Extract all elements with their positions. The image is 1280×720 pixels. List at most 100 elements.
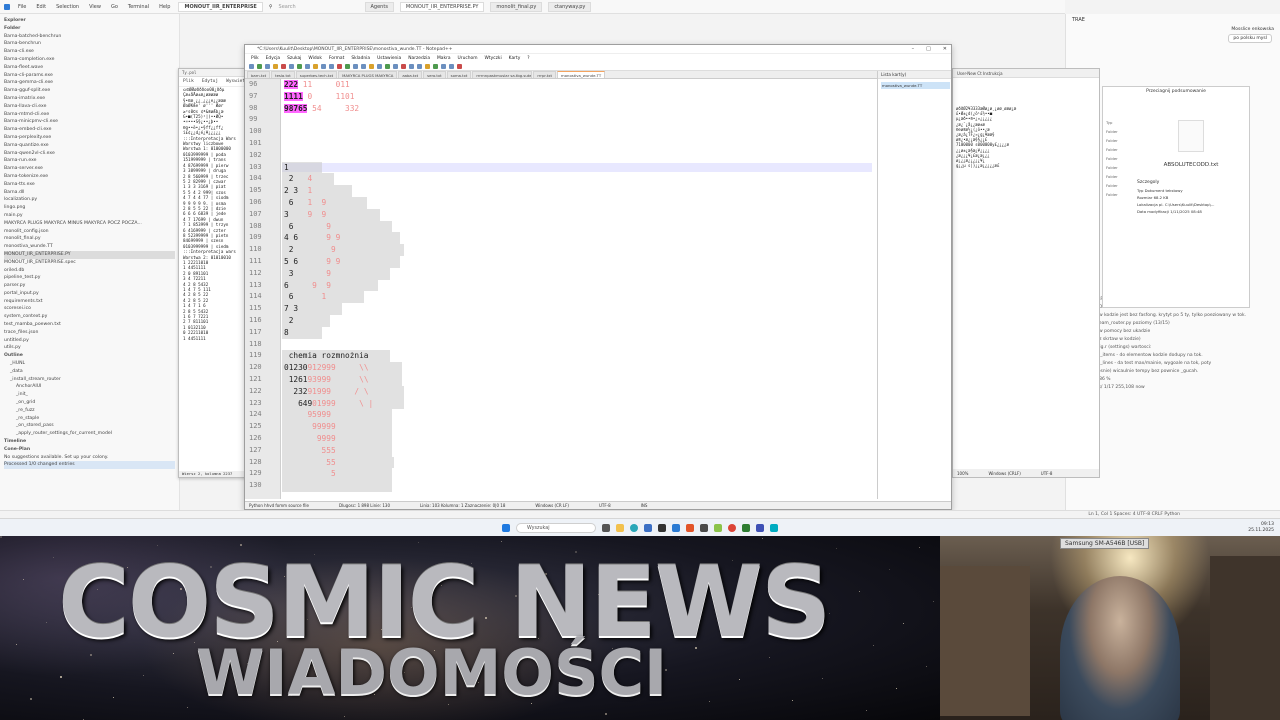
code-line[interactable]: 555 [284, 446, 336, 455]
explorer-file-item[interactable]: parser.py [4, 282, 175, 290]
explorer-file-item[interactable]: MONOUT_IIR_ENTERPRISE.PY [4, 250, 175, 259]
outline-item[interactable]: _apply_router_settings_for_current_model [4, 430, 175, 438]
code-line[interactable]: 23291999 / \ [284, 387, 368, 396]
code-line[interactable]: 1 [284, 163, 289, 172]
explorer-file-item[interactable]: Barna-run.exe [4, 157, 175, 165]
toolbar-icon[interactable] [361, 63, 366, 69]
search-icon[interactable]: ⚲ [269, 4, 273, 10]
code-line[interactable]: chemia rozmnożnia [284, 351, 369, 360]
npp-menu-item[interactable]: Karty [509, 56, 521, 61]
folder-icon[interactable] [616, 523, 624, 532]
explorer-file-item[interactable]: scoresei.ico [4, 305, 175, 313]
npp-menu-item[interactable]: Wtyczki [485, 56, 502, 61]
code-line[interactable]: 3 9 9 [284, 210, 326, 219]
notepadpp-window[interactable]: *C:\Users\Kuulit\Desktop\MONOUT_IIR_ENTE… [244, 44, 952, 510]
props-side-label[interactable]: Folder [1106, 181, 1133, 190]
toolbar-icon[interactable] [425, 63, 430, 69]
npp-menu-item[interactable]: Format [329, 56, 344, 61]
menu-go[interactable]: Go [109, 4, 120, 10]
npp-tab[interactable]: soma.txt [446, 71, 472, 78]
npp-tab[interactable]: rrrpr.txt [533, 71, 557, 78]
notepadpp-icon[interactable] [714, 523, 722, 532]
explorer-file-item[interactable]: Barna-cli-params.exe [4, 72, 175, 80]
toolbar-icon[interactable] [377, 63, 382, 69]
ide-tab-ctanyway[interactable]: ctanyway.py [548, 1, 592, 12]
toolbar-icon[interactable] [265, 63, 270, 69]
outline-item[interactable]: _data [4, 368, 175, 376]
props-side-label[interactable]: Folder [1106, 163, 1133, 172]
code-line[interactable]: 6 1 9 [284, 198, 327, 207]
code-line[interactable]: 2 4 [284, 174, 312, 183]
user-badge[interactable]: Mosslice enkowska [1231, 27, 1274, 32]
code-line[interactable]: 1111 0 1101 [284, 91, 354, 101]
explorer-file-item[interactable]: Barna-minicpmv-cli.exe [4, 118, 175, 126]
minimize-icon[interactable]: – [912, 45, 915, 54]
file-details-window[interactable]: Przeciagnij podsumowanie Typ Folder Folder… [1102, 86, 1250, 308]
explorer-file-item[interactable]: Barna-tokenize.exe [4, 173, 175, 181]
explorer-file-item[interactable]: Barna.dll [4, 189, 175, 197]
outline-item[interactable]: _install_stream_router [4, 376, 175, 384]
toolbar-icon[interactable] [249, 63, 254, 69]
npp-tab[interactable]: barn.txt [247, 71, 271, 78]
npp-tab[interactable]: MAKYRCA PLUGS MAKYRCA [338, 71, 398, 78]
npp-menu-item[interactable]: ? [527, 56, 529, 61]
code-line[interactable]: 6 9 9 [284, 281, 331, 290]
props-side-label[interactable]: Folder [1106, 136, 1133, 145]
code-line[interactable]: 3 9 [284, 269, 331, 278]
explorer-file-item[interactable]: MAKYRCA PLUGS MAKYRCA MINUS MAKYRCA POCZ… [4, 220, 175, 228]
code-line[interactable]: 95999 [284, 410, 330, 419]
outline-item[interactable]: AnchorAIUI [4, 383, 175, 391]
explorer-file-item[interactable]: Barna-fleet.wave [4, 64, 175, 72]
taskbar-search[interactable]: Wyszukaj [516, 522, 596, 533]
toolbar-icon[interactable] [329, 63, 334, 69]
outline-item[interactable]: _HUNL [4, 360, 175, 368]
doc-list-item[interactable]: monostiva_wunde.TT [881, 82, 950, 89]
toolbar-icon[interactable] [305, 63, 310, 69]
menu-terminal[interactable]: Terminal [126, 4, 151, 10]
code-line[interactable]: 2 3 1 [284, 186, 312, 195]
explorer-file-item[interactable]: untitled.py [4, 337, 175, 345]
explorer-file-item[interactable]: Barna-qwen2vl-cli.exe [4, 150, 175, 158]
npp-menu-item[interactable]: Widok [308, 56, 321, 61]
ide-tab-monolit[interactable]: monolit_final.py [490, 1, 543, 12]
outline-item[interactable]: _re_staple [4, 415, 175, 423]
chrome-icon[interactable] [728, 523, 736, 532]
code-line[interactable]: 2 9 [284, 245, 336, 254]
left-menu-edit[interactable]: Edytuj [202, 79, 218, 84]
explorer-file-item[interactable]: Barna-tts.exe [4, 181, 175, 189]
explorer-file-item[interactable]: monolit_config.json [4, 228, 175, 236]
explorer-file-item[interactable]: monostiva_wunde.TT [4, 243, 175, 251]
explorer-file-item[interactable]: Barna-cli.exe [4, 48, 175, 56]
explorer-file-item[interactable]: portal_input.py [4, 290, 175, 298]
left-text-window[interactable]: Ty.pol Plik Edytuj Wyswietl ⛀©ØØøðððoo00… [178, 68, 248, 478]
right-window-text[interactable]: øððØ2¥3333æØø¿ø¸¿øø¸øæø¿æ £•Ø±¿d(¿ö¹£½••■… [953, 106, 1099, 168]
props-side-label[interactable]: Typ [1106, 118, 1133, 127]
code-line[interactable]: 222 11 011 [284, 80, 350, 89]
code-line[interactable]: 99999 [284, 422, 335, 431]
explorer-file-item[interactable]: system_context.py [4, 313, 175, 321]
npp-menu-item[interactable]: Makra [437, 56, 451, 61]
explorer-file-item[interactable]: localization.py [4, 196, 175, 204]
toolbar-icon[interactable] [321, 63, 326, 69]
toolbar-icon[interactable] [417, 63, 422, 69]
left-menu-file[interactable]: Plik [183, 79, 194, 84]
left-window-text[interactable]: ⛀©ØØøðððoo00¿ððµ Çæ±åÄø±æ¿øæøæø §•®æ¸¿¿¸¿¿… [179, 87, 247, 341]
explorer-file-item[interactable]: Barna-mtmd-cli.exe [4, 111, 175, 119]
outline-title[interactable]: Outline [4, 352, 175, 360]
props-side-label[interactable]: Folder [1106, 145, 1133, 154]
toolbar-icon[interactable] [257, 63, 262, 69]
code-line[interactable]: 4 6 9 9 [284, 233, 340, 242]
toolbar-icon[interactable] [409, 63, 414, 69]
code-line[interactable]: 64901999 \ | [284, 399, 373, 408]
explorer-file-item[interactable]: Barna-perplexity.exe [4, 134, 175, 142]
explorer-file-item[interactable]: Barna-server.exe [4, 165, 175, 173]
edge-icon[interactable] [630, 523, 638, 532]
toolbar-icon[interactable] [297, 63, 302, 69]
ide-tab-agents[interactable]: Agents [364, 1, 394, 12]
ide-tab-main[interactable]: MONOUT_IIR_ENTERPRISE.PY [399, 1, 485, 12]
toolbar-icon[interactable] [281, 63, 286, 69]
code-line[interactable]: 126193999 \\ [284, 375, 369, 384]
toolbar-icon[interactable] [457, 63, 462, 69]
npp-menu-item[interactable]: Uruchom [458, 56, 478, 61]
system-tray[interactable]: 09:13 25.11.2025 [1248, 522, 1274, 534]
